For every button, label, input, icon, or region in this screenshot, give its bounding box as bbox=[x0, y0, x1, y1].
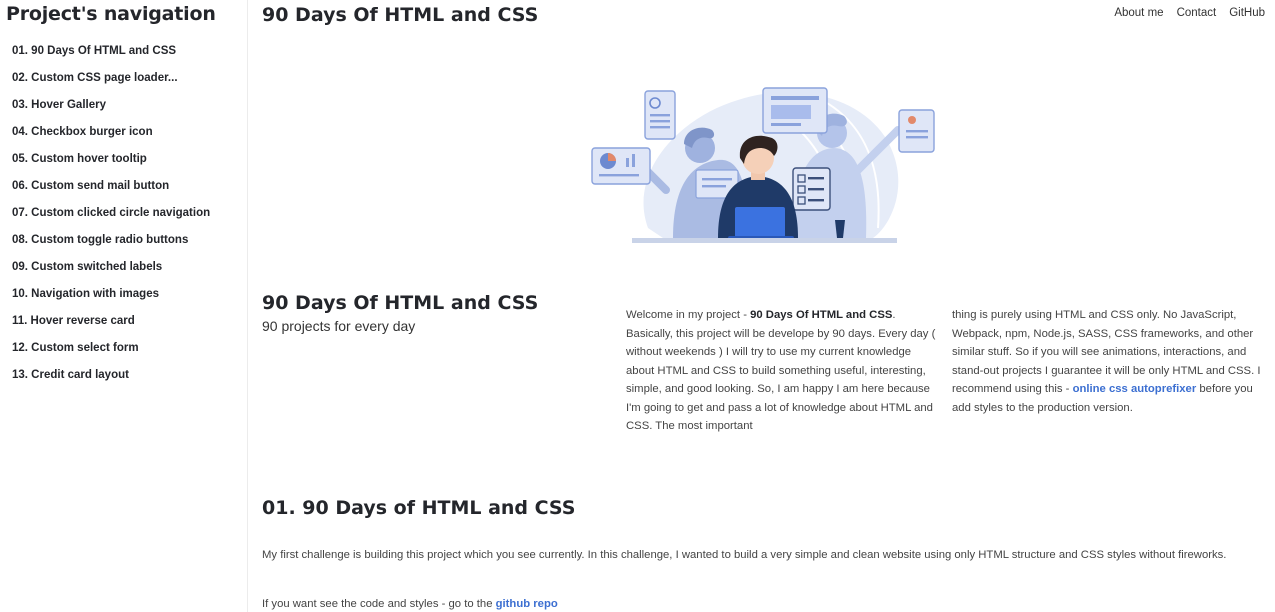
nav-item-01[interactable]: 01. 90 Days Of HTML and CSS bbox=[12, 44, 210, 71]
project-nav-list: 01. 90 Days Of HTML and CSS 02. Custom C… bbox=[12, 44, 210, 395]
intro-subtitle: 90 projects for every day bbox=[262, 318, 416, 334]
nav-item-10[interactable]: 10. Navigation with images bbox=[12, 287, 210, 314]
nav-item-02[interactable]: 02. Custom CSS page loader... bbox=[12, 71, 210, 98]
autoprefixer-link[interactable]: online css autoprefixer bbox=[1073, 383, 1197, 395]
github-repo-link[interactable]: github repo bbox=[496, 598, 558, 610]
section-1-paragraph: My first challenge is building this proj… bbox=[262, 549, 1227, 561]
intro-project-name: 90 Days Of HTML and CSS bbox=[750, 309, 893, 321]
top-nav: About me Contact GitHub bbox=[1114, 7, 1265, 19]
sidebar: Project's navigation 01. 90 Days Of HTML… bbox=[0, 0, 248, 612]
intro-text-1a: Welcome in my project - bbox=[626, 309, 751, 321]
contact-link[interactable]: Contact bbox=[1177, 7, 1217, 19]
sidebar-title: Project's navigation bbox=[6, 3, 216, 25]
hero-illustration bbox=[588, 78, 938, 250]
nav-item-06[interactable]: 06. Custom send mail button bbox=[12, 179, 210, 206]
about-me-link[interactable]: About me bbox=[1114, 7, 1163, 19]
nav-item-04[interactable]: 04. Checkbox burger icon bbox=[12, 125, 210, 152]
nav-item-08[interactable]: 08. Custom toggle radio buttons bbox=[12, 233, 210, 260]
nav-item-03[interactable]: 03. Hover Gallery bbox=[12, 98, 210, 125]
code-line-text: If you want see the code and styles - go… bbox=[262, 598, 496, 610]
intro-title: 90 Days Of HTML and CSS bbox=[262, 292, 539, 314]
intro-text-1b: . Basically, this project will be develo… bbox=[626, 309, 936, 432]
intro-column-2: thing is purely using HTML and CSS only.… bbox=[952, 306, 1267, 417]
nav-item-11[interactable]: 11. Hover reverse card bbox=[12, 314, 210, 341]
page-title: 90 Days Of HTML and CSS bbox=[262, 4, 539, 26]
nav-item-12[interactable]: 12. Custom select form bbox=[12, 341, 210, 368]
nav-item-09[interactable]: 09. Custom switched labels bbox=[12, 260, 210, 287]
section-1-title: 01. 90 Days of HTML and CSS bbox=[262, 497, 576, 519]
nav-item-13[interactable]: 13. Credit card layout bbox=[12, 368, 210, 395]
developer-team-illustration-icon bbox=[591, 87, 935, 243]
github-link[interactable]: GitHub bbox=[1229, 7, 1265, 19]
section-1-code-line: If you want see the code and styles - go… bbox=[262, 596, 558, 612]
nav-item-07[interactable]: 07. Custom clicked circle navigation bbox=[12, 206, 210, 233]
nav-item-05[interactable]: 05. Custom hover tooltip bbox=[12, 152, 210, 179]
intro-column-1: Welcome in my project - 90 Days Of HTML … bbox=[626, 306, 942, 436]
